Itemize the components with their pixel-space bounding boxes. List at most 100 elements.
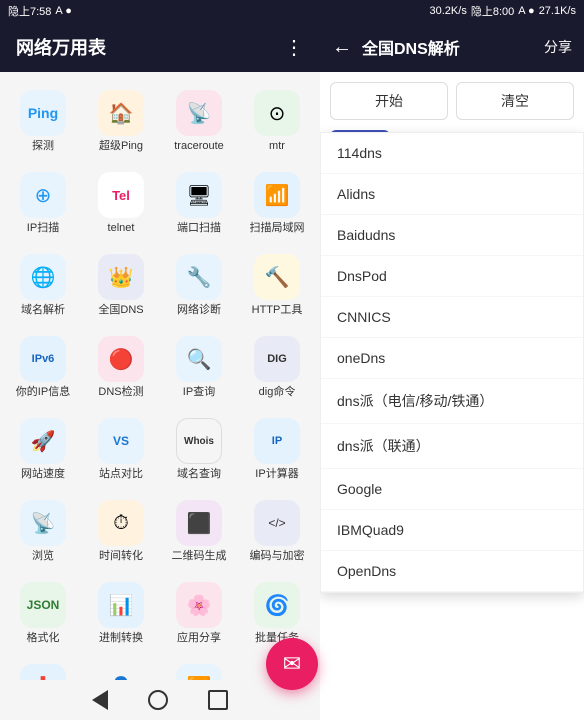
- grid-item-whois[interactable]: Whois 域名查询: [161, 410, 237, 490]
- grid-item-dig[interactable]: DIG dig命令: [239, 328, 315, 408]
- main-container: 网络万用表 ⋮ Ping 探测 🏠 超级Ping 📡 traceroute ⊙ …: [0, 22, 584, 720]
- ipcalc-label: IP计算器: [255, 468, 298, 481]
- action-buttons: 开始 清空: [330, 82, 574, 120]
- encode-icon: </>: [254, 500, 300, 546]
- telnet-icon: Tel: [98, 172, 144, 218]
- httptools-icon: 🔨: [254, 254, 300, 300]
- grid-item-ipinfo[interactable]: IPv6 你的IP信息: [5, 328, 81, 408]
- grid-item-dnscheck[interactable]: 🔴 DNS检测: [83, 328, 159, 408]
- recent-nav-button[interactable]: [208, 690, 228, 710]
- dns-option-dnspod[interactable]: DnsPod: [321, 256, 583, 297]
- mtr-label: mtr: [269, 140, 285, 153]
- grid-item-timeconv[interactable]: ⏱ 时间转化: [83, 492, 159, 572]
- wifiscan-label: 扫描局域网: [250, 222, 305, 235]
- grid-item-ipcalc[interactable]: IP IP计算器: [239, 410, 315, 490]
- wifiscan-icon: 📶: [254, 172, 300, 218]
- qrgen-label: 二维码生成: [172, 550, 227, 563]
- dns-option-baidudns[interactable]: Baidudns: [321, 215, 583, 256]
- whois-icon: Whois: [176, 418, 222, 464]
- appshare-label: 应用分享: [177, 632, 221, 645]
- status-icons-left: A ●: [55, 5, 71, 17]
- dns-option-dnspai-ct[interactable]: dns派（电信/移动/铁通）: [321, 379, 583, 424]
- grid-item-iplookup[interactable]: 🔍 IP查询: [161, 328, 237, 408]
- dns-option-dnspai-cu[interactable]: dns派（联通）: [321, 424, 583, 469]
- grid-item-vscompare[interactable]: VS 站点对比: [83, 410, 159, 490]
- qrgen-icon: ⬛: [176, 500, 222, 546]
- grid-item-netdiag[interactable]: 🔧 网络诊断: [161, 246, 237, 326]
- status-speed-center: 30.2K/s: [430, 5, 467, 17]
- iplookup-icon: 🔍: [176, 336, 222, 382]
- dns-option-onedns[interactable]: oneDns: [321, 338, 583, 379]
- status-speed-right: 27.1K/s: [539, 5, 576, 17]
- back-nav-button[interactable]: [92, 690, 108, 710]
- grid-item-alldns[interactable]: 👑 全国DNS: [83, 246, 159, 326]
- portscan-label: 端口扫描: [177, 222, 221, 235]
- alldns-label: 全国DNS: [98, 304, 143, 317]
- grid-item-wifiscan[interactable]: 📶 扫描局域网: [239, 164, 315, 244]
- grid-item-ipscan[interactable]: ⊕ IP扫描: [5, 164, 81, 244]
- grid-item-portscan[interactable]: 🖥 端口扫描: [161, 164, 237, 244]
- grid-item-httptools[interactable]: 🔨 HTTP工具: [239, 246, 315, 326]
- superpng-label: 超级Ping: [99, 140, 143, 153]
- clear-button[interactable]: 清空: [456, 82, 574, 120]
- dns-option-114dns[interactable]: 114dns: [321, 133, 583, 174]
- telnet-label: telnet: [108, 222, 135, 235]
- status-time-right: 隐上8:00: [471, 3, 514, 19]
- batchtask-icon: 🌀: [254, 582, 300, 628]
- grid-item-domain[interactable]: 🌐 域名解析: [5, 246, 81, 326]
- whois-label: 域名查询: [177, 468, 221, 481]
- grid-item-format[interactable]: JSON 格式化: [5, 574, 81, 654]
- grid-item-telnet[interactable]: Tel telnet: [83, 164, 159, 244]
- appshare-icon: 🌸: [176, 582, 222, 628]
- dig-icon: DIG: [254, 336, 300, 382]
- browse-label: 浏览: [32, 550, 54, 563]
- grid-item-browse[interactable]: 📡 浏览: [5, 492, 81, 572]
- browse-icon: 📡: [20, 500, 66, 546]
- grid-item-appshare[interactable]: 🌸 应用分享: [161, 574, 237, 654]
- nav-bar-right: [320, 680, 584, 720]
- start-button[interactable]: 开始: [330, 82, 448, 120]
- timeconv-label: 时间转化: [99, 550, 143, 563]
- ping-label: 探测: [32, 140, 54, 153]
- fab-email-button[interactable]: ✉: [266, 638, 318, 690]
- grid-item-speed[interactable]: 🚀 网站速度: [5, 410, 81, 490]
- grid-item-convert[interactable]: 📊 进制转换: [83, 574, 159, 654]
- left-panel: 网络万用表 ⋮ Ping 探测 🏠 超级Ping 📡 traceroute ⊙ …: [0, 22, 320, 720]
- netdiag-icon: 🔧: [176, 254, 222, 300]
- grid-item-ping[interactable]: Ping 探测: [5, 82, 81, 162]
- dns-option-cnnics[interactable]: CNNICS: [321, 297, 583, 338]
- dns-option-opendns[interactable]: OpenDns: [321, 551, 583, 592]
- dnscheck-icon: 🔴: [98, 336, 144, 382]
- speed-icon: 🚀: [20, 418, 66, 464]
- traceroute-label: traceroute: [174, 140, 224, 153]
- convert-icon: 📊: [98, 582, 144, 628]
- format-label: 格式化: [27, 632, 60, 645]
- grid-item-traceroute[interactable]: 📡 traceroute: [161, 82, 237, 162]
- vscompare-icon: VS: [98, 418, 144, 464]
- dns-option-alidns[interactable]: Alidns: [321, 174, 583, 215]
- right-panel: ← 全国DNS解析 分享 开始 清空 公共 ▼: [320, 22, 584, 720]
- back-button[interactable]: ←: [332, 36, 352, 59]
- grid-item-qrgen[interactable]: ⬛ 二维码生成: [161, 492, 237, 572]
- dig-label: dig命令: [259, 386, 296, 399]
- superpng-icon: 🏠: [98, 90, 144, 136]
- dns-dropdown-list: 114dns Alidns Baidudns DnsPod CNNICS one…: [320, 132, 584, 593]
- share-button[interactable]: 分享: [544, 37, 572, 57]
- convert-label: 进制转换: [99, 632, 143, 645]
- status-left: 隐上7:58 A ●: [8, 3, 72, 19]
- grid-item-encode[interactable]: </> 编码与加密: [239, 492, 315, 572]
- ping-icon: Ping: [20, 90, 66, 136]
- app-header: 网络万用表 ⋮: [0, 22, 320, 72]
- grid-item-mtr[interactable]: ⊙ mtr: [239, 82, 315, 162]
- format-icon: JSON: [20, 582, 66, 628]
- iplookup-label: IP查询: [183, 386, 215, 399]
- app-grid: Ping 探测 🏠 超级Ping 📡 traceroute ⊙ mtr ⊕ IP…: [0, 72, 320, 720]
- dnscheck-label: DNS检测: [98, 386, 143, 399]
- dns-option-google[interactable]: Google: [321, 469, 583, 510]
- mtr-icon: ⊙: [254, 90, 300, 136]
- menu-icon[interactable]: ⋮: [284, 35, 304, 60]
- grid-item-superpng[interactable]: 🏠 超级Ping: [83, 82, 159, 162]
- dns-option-ibmquad9[interactable]: IBMQuad9: [321, 510, 583, 551]
- status-right: 30.2K/s 隐上8:00 A ● 27.1K/s: [430, 3, 576, 19]
- home-nav-button[interactable]: [148, 690, 168, 710]
